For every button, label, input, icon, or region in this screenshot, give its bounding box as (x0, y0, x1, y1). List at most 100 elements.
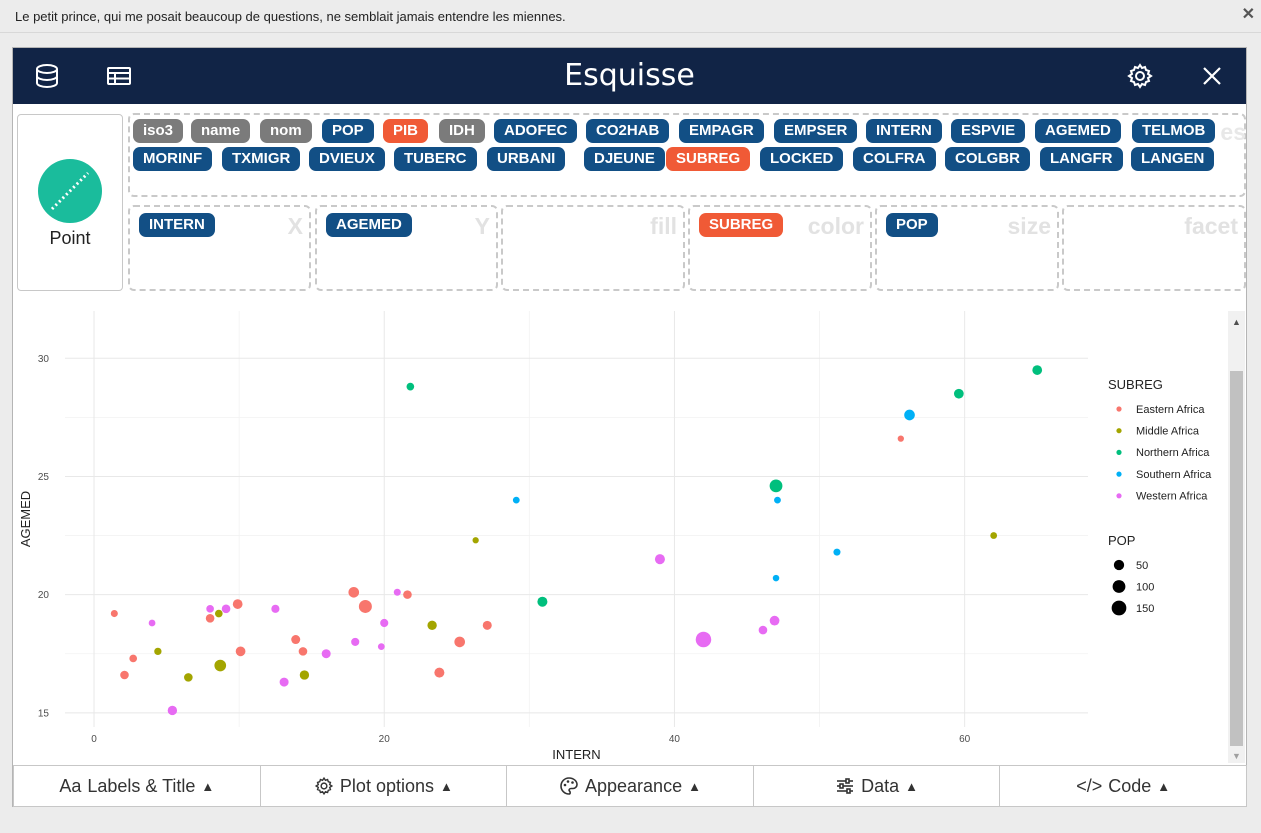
data-button[interactable]: Data ▲ (752, 765, 1001, 807)
plot-area: 0 20 40 60 15 20 25 30 INTERN AGEMED SUBREG Eastern… (13, 311, 1228, 765)
legend-size-title: POP (1108, 533, 1135, 548)
y-tick-label: 15 (38, 708, 50, 719)
data-point (654, 554, 665, 565)
palette-icon (560, 777, 578, 795)
data-point (206, 604, 214, 613)
notification-close-icon[interactable]: ✕ (1242, 6, 1255, 24)
data-point (406, 382, 415, 391)
data-point (434, 667, 445, 678)
app-header: Esquisse (13, 48, 1246, 104)
data-point (377, 643, 385, 651)
y-variable-badge[interactable]: AGEMED (326, 213, 412, 237)
x-axis-label: INTERN (552, 747, 600, 762)
variable-badge-idh[interactable]: IDH (439, 119, 485, 143)
y-tick-label: 25 (38, 472, 50, 483)
dropzone-x-label: X (287, 213, 303, 239)
variable-badge-morinf[interactable]: MORINF (133, 147, 213, 171)
data-point (769, 479, 783, 493)
x-variable-badge[interactable]: INTERN (139, 213, 215, 237)
variable-badge-name[interactable]: name (191, 119, 251, 143)
data-point (279, 677, 289, 687)
app-title: Esquisse (564, 58, 695, 93)
sliders-icon (837, 778, 854, 794)
y-axis-label: AGEMED (18, 491, 33, 547)
legend-size-key (1113, 559, 1125, 571)
caret-up-icon: ▲ (688, 778, 701, 794)
x-tick-label: 60 (959, 734, 971, 745)
legend-size-key (1112, 580, 1126, 593)
plot-scrollbar[interactable]: ▲ ▼ (1228, 311, 1245, 763)
dropzone-fill[interactable]: fill (501, 205, 685, 291)
data-point (897, 435, 904, 442)
variable-badge-colgbr[interactable]: COLGBR (945, 147, 1030, 171)
variable-badge-tuberc[interactable]: TUBERC (394, 147, 477, 171)
legend-size-label: 50 (1136, 560, 1148, 572)
data-point (291, 635, 301, 645)
variable-badge-empser[interactable]: EMPSER (774, 119, 858, 143)
data-point (472, 537, 479, 544)
labels-title-button[interactable]: Aa Labels & Title ▲ (13, 765, 261, 807)
legend-color-label: Eastern Africa (1136, 404, 1205, 416)
dropzone-color-label: color (807, 213, 864, 239)
notification-message: Le petit prince, qui me posait beaucoup … (15, 9, 566, 24)
code-icon: </> (1076, 775, 1103, 796)
data-point (129, 654, 138, 663)
variable-badge-adofec[interactable]: ADOFEC (494, 119, 578, 143)
variable-badge-empagr[interactable]: EMPAGR (679, 119, 764, 143)
variable-badge-djeune[interactable]: DJEUNE (584, 147, 665, 171)
scroll-down-icon[interactable]: ▼ (1232, 751, 1241, 761)
data-point (351, 637, 360, 646)
variable-badge-pop[interactable]: POP (322, 119, 374, 143)
variable-badge-espvie[interactable]: ESPVIE (951, 119, 1026, 143)
appearance-button[interactable]: Appearance ▲ (506, 765, 754, 807)
dropzone-facet-label: facet (1184, 213, 1238, 239)
scroll-up-icon[interactable]: ▲ (1232, 317, 1241, 327)
variable-badge-co2hab[interactable]: CO2HAB (586, 119, 670, 143)
variable-badge-iso3[interactable]: iso3 (133, 119, 184, 143)
size-variable-badge[interactable]: POP (886, 213, 938, 237)
variable-badge-intern[interactable]: INTERN (866, 119, 942, 143)
legend-color-label: Northern Africa (1136, 447, 1210, 459)
data-point (769, 615, 780, 626)
color-variable-badge[interactable]: SUBREG (699, 213, 784, 237)
data-point (537, 596, 548, 607)
data-point (512, 496, 520, 504)
data-point (110, 610, 118, 618)
code-label: Code (1108, 775, 1152, 796)
dropzone-facet[interactable]: facet (1062, 205, 1246, 291)
notification-bar: Le petit prince, qui me posait beaucoup … (0, 0, 1261, 33)
data-point (695, 631, 712, 648)
variable-badge-langfr[interactable]: LANGFR (1040, 147, 1123, 171)
geom-label: Point (49, 228, 91, 248)
data-point (154, 647, 162, 656)
gear-icon[interactable] (1126, 62, 1154, 90)
variable-badge-nom[interactable]: nom (260, 119, 312, 143)
scrollbar-thumb[interactable] (1230, 371, 1243, 746)
variable-badge-colfra[interactable]: COLFRA (853, 147, 936, 171)
data-point (348, 586, 360, 598)
variable-badge-pib[interactable]: PIB (383, 119, 429, 143)
plot-options-button[interactable]: Plot options ▲ (259, 765, 508, 807)
variable-badge-subreg[interactable]: SUBREG (666, 147, 751, 171)
data-point (232, 599, 243, 609)
variable-badge-telmob[interactable]: TELMOB (1132, 119, 1216, 143)
data-point (380, 618, 389, 628)
variable-badge-agemed[interactable]: AGEMED (1035, 119, 1121, 143)
variable-badge-txmigr[interactable]: TXMIGR (222, 147, 301, 171)
x-tick-label: 0 (91, 734, 97, 745)
variable-badge-langen[interactable]: LANGEN (1131, 147, 1215, 171)
close-icon[interactable] (1198, 62, 1226, 90)
gear-icon (314, 776, 334, 796)
legend-color-key (1116, 428, 1122, 434)
geom-selector-button[interactable]: Point (17, 114, 123, 291)
code-button[interactable]: </> Code ▲ (999, 765, 1247, 807)
variable-badge-urbani[interactable]: URBANI (487, 147, 566, 171)
legend-color-label: Middle Africa (1136, 426, 1200, 438)
variable-badge-dvieux[interactable]: DVIEUX (309, 147, 385, 171)
data-point (774, 496, 781, 504)
data-point (833, 548, 841, 556)
data-point (1032, 365, 1043, 375)
legend-size-label: 100 (1136, 581, 1154, 593)
data-point (298, 647, 308, 656)
variable-badge-locked[interactable]: LOCKED (760, 147, 844, 171)
